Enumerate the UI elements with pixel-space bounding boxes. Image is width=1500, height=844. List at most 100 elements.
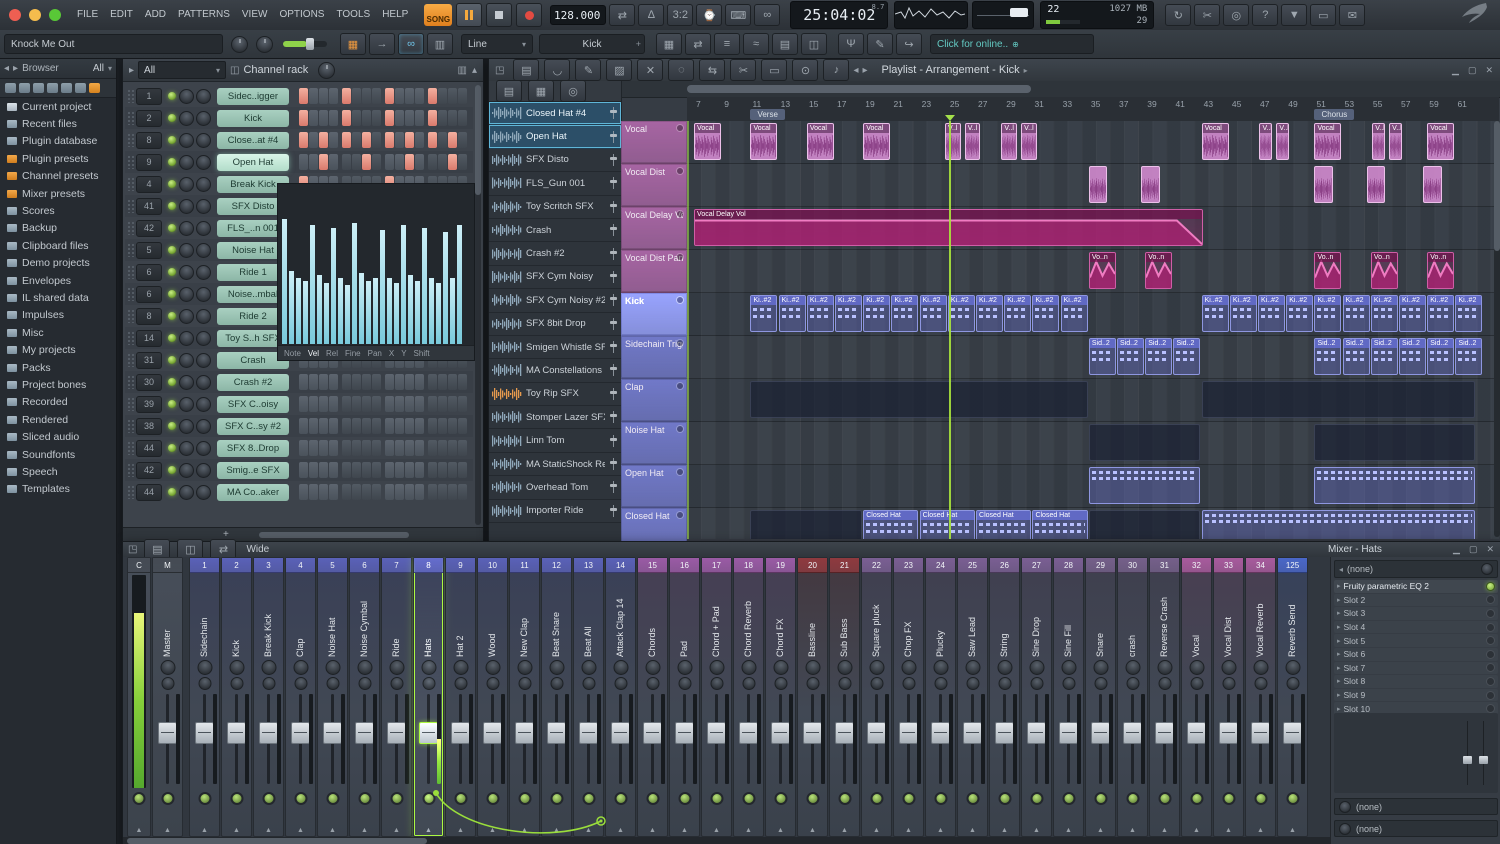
clip-vo-n[interactable]: Vo..n [1427,252,1454,289]
velocity-bar[interactable] [303,281,308,344]
channel-number[interactable]: 2 [136,110,162,127]
strip-fader[interactable] [835,722,854,744]
strip-route-arrow[interactable]: ▲ [1214,827,1243,834]
clip-closed-hat[interactable]: Closed Hat [920,510,975,539]
strip-fader[interactable] [995,722,1014,744]
fx-slot-7[interactable]: ▸Slot 7 [1334,662,1498,675]
tempo-display[interactable]: 128.000 [550,5,606,25]
clip-audio[interactable] [1314,166,1333,203]
step-cell[interactable] [438,462,447,478]
step-cell[interactable] [395,132,404,148]
step-cell[interactable] [352,462,361,478]
step-cell[interactable] [428,484,437,500]
strip-pan-knob[interactable] [773,660,788,675]
clip-v-l[interactable]: V..l [1021,123,1037,160]
close-button[interactable]: ✕ [1483,65,1495,76]
velocity-bar[interactable] [380,230,385,344]
velocity-bar[interactable] [338,278,343,344]
strip-mute-led[interactable] [806,792,819,805]
step-cell[interactable] [299,374,308,390]
browser-item-il-shared-data[interactable]: IL shared data [0,289,116,306]
step-cell[interactable] [428,154,437,170]
strip-route-arrow[interactable]: ▲ [862,827,891,834]
picker-item-toy-rip-sfx[interactable]: Toy Rip SFX [489,383,621,406]
step-cell[interactable] [329,154,338,170]
velocity-bar[interactable] [366,281,371,344]
clip-ki-2[interactable]: Ki..#2 [1202,295,1229,332]
list-icon[interactable]: ≡ [714,33,740,55]
strip-route-arrow[interactable]: ▲ [128,827,150,834]
strip-stereo-knob[interactable] [678,677,691,690]
browser-filter[interactable]: All [93,63,104,74]
record-button[interactable] [516,3,542,27]
strip-stereo-knob[interactable] [1222,677,1235,690]
step-cell[interactable] [319,154,328,170]
step-cell[interactable] [362,88,371,104]
step-cell[interactable] [352,88,361,104]
track-header-vocal[interactable]: Vocal [621,121,687,164]
mixer-strip-crash[interactable]: 30crash▲ [1117,557,1148,837]
step-cell[interactable] [415,374,424,390]
strip-route-arrow[interactable]: ▲ [894,827,923,834]
edit-icon[interactable]: ✎ [867,33,893,55]
save-icon[interactable]: ▼ [1281,4,1307,26]
channel-pan-knob[interactable] [179,177,194,192]
channel-button-kick[interactable]: Kick [217,110,289,127]
slot-enable-led[interactable] [1486,609,1495,618]
strip-mute-led[interactable] [934,792,947,805]
browser-item-recorded[interactable]: Recorded [0,394,116,411]
strip-route-arrow[interactable]: ▲ [190,827,219,834]
strip-stereo-knob[interactable] [1286,677,1299,690]
rack-vertical-scrollbar[interactable] [475,85,481,525]
browser-tab-icon[interactable] [47,83,58,93]
fx-slot-6[interactable]: ▸Slot 6 [1334,648,1498,661]
strip-fader[interactable] [547,722,566,744]
slot-enable-led[interactable] [1486,650,1495,659]
track-header-clap[interactable]: Clap [621,379,687,422]
step-cell[interactable] [395,374,404,390]
velocity-bar[interactable] [310,225,315,344]
fx-slot-8[interactable]: ▸Slot 8 [1334,675,1498,688]
clip-ki-2[interactable]: Ki..#2 [750,295,777,332]
clip-ki-2[interactable]: Ki..#2 [807,295,834,332]
strip-stereo-knob[interactable] [870,677,883,690]
help-icon[interactable]: ? [1252,4,1278,26]
velocity-bar[interactable] [331,228,336,344]
step-cell[interactable] [319,418,328,434]
browser-item-plugin-presets[interactable]: Plugin presets [0,150,116,167]
channel-mute-led[interactable] [168,202,176,210]
strip-stereo-knob[interactable] [454,677,467,690]
channel-mute-led[interactable] [168,246,176,254]
grid-view-icon[interactable]: ▦ [528,80,554,102]
channel-volume-knob[interactable] [196,485,211,500]
browser-item-packs[interactable]: Packs [0,359,116,376]
wave-icon[interactable]: ≈ [743,33,769,55]
strip-stereo-knob[interactable] [262,677,275,690]
step-cell[interactable] [458,88,467,104]
strip-route-arrow[interactable]: ▲ [478,827,507,834]
channel-mute-led[interactable] [168,488,176,496]
velocity-bar[interactable] [282,219,287,344]
step-cell[interactable] [385,396,394,412]
strip-mute-led[interactable] [422,792,435,805]
graph-tab-shift[interactable]: Shift [414,349,430,358]
clip-v-l[interactable]: V..l [945,123,961,160]
step-cell[interactable] [352,484,361,500]
step-cell[interactable] [458,110,467,126]
channel-pan-knob[interactable] [179,485,194,500]
clip-v-l[interactable]: V..l [1001,123,1017,160]
plus-icon[interactable]: + [636,39,641,49]
step-cell[interactable] [329,396,338,412]
mic-icon[interactable]: ◎ [1223,4,1249,26]
strip-pan-knob[interactable] [869,660,884,675]
strip-fader[interactable] [1027,722,1046,744]
slot-enable-led[interactable] [1486,582,1495,591]
step-cell[interactable] [309,132,318,148]
mixer-layout-label[interactable]: Wide [246,544,269,555]
playlist-menu-icon[interactable]: ▤ [513,59,539,81]
velocity-bar[interactable] [450,278,455,344]
fx-slot-4[interactable]: ▸Slot 4 [1334,621,1498,634]
step-cell[interactable] [395,88,404,104]
browser-item-impulses[interactable]: Impulses [0,307,116,324]
clip-muted[interactable] [1089,424,1201,461]
